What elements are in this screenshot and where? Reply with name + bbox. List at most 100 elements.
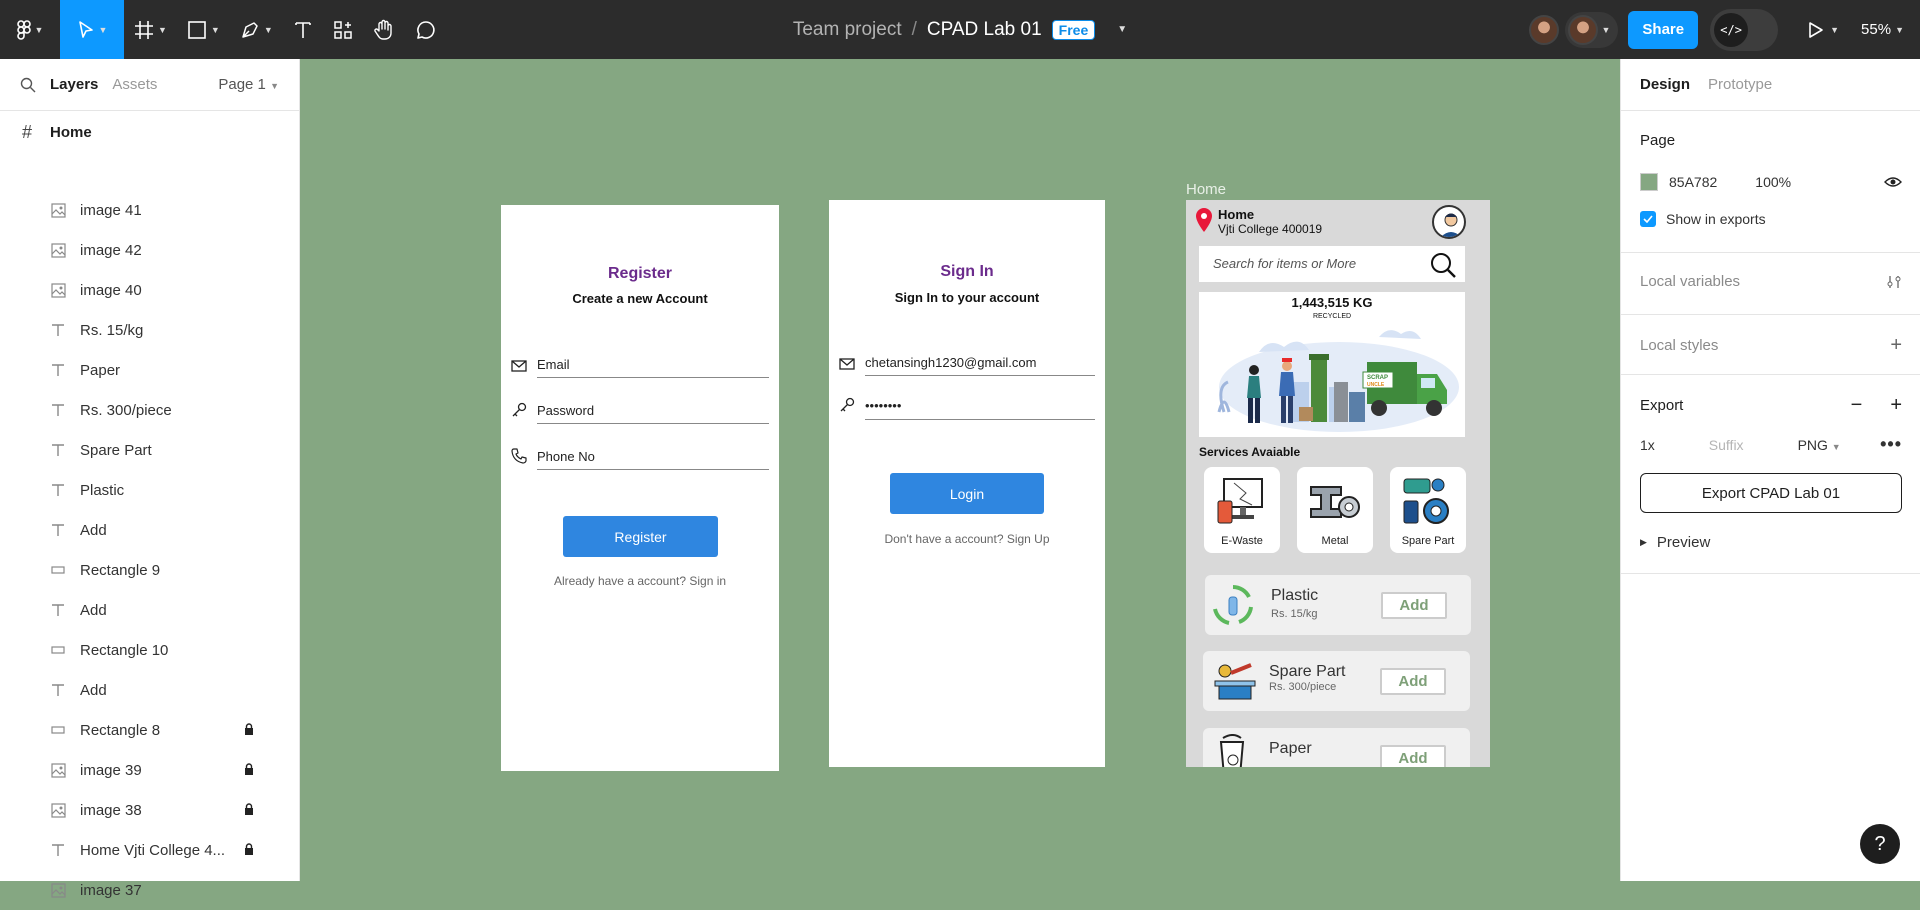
layer-row[interactable]: Add [0,590,299,630]
frame-tool-button[interactable]: ▼ [124,0,177,59]
home-frame-label[interactable]: Home [1186,181,1226,198]
dev-mode-toggle[interactable]: </> [1710,9,1778,51]
home-frame[interactable]: Home Vjti College 400019 Search for item… [1186,200,1490,767]
help-button[interactable]: ? [1860,824,1900,864]
present-button[interactable]: ▼ [1808,21,1839,39]
file-name[interactable]: CPAD Lab 01 [927,19,1042,41]
layer-row[interactable]: Rectangle 10 [0,630,299,670]
page-color-swatch[interactable] [1640,173,1658,191]
chevron-down-icon: ▼ [1602,25,1611,35]
remove-export-icon[interactable]: − [1851,394,1863,417]
login-button[interactable]: Login [890,473,1044,514]
lock-icon[interactable] [244,803,254,818]
layer-row[interactable]: Rs. 15/kg [0,310,299,350]
eye-icon[interactable] [1884,176,1902,188]
layer-row[interactable]: Add [0,670,299,710]
export-scale[interactable]: 1x [1640,437,1655,453]
service-card-spare-part[interactable]: Spare Part [1390,467,1466,553]
hand-tool-button[interactable] [363,0,405,59]
layer-row[interactable]: Rectangle 8 [0,710,299,750]
layer-row[interactable]: Rectangle 9 [0,550,299,590]
signin-frame[interactable]: Sign In Sign In to your account chetansi… [829,200,1105,767]
layer-row[interactable]: image 39 [0,750,299,790]
layer-row[interactable]: image 42 [0,230,299,270]
local-variables-row[interactable]: Local variables [1640,273,1902,290]
password-field[interactable]: •••••••• [839,397,901,413]
main-menu-button[interactable]: ▼ [0,0,60,59]
layer-row[interactable]: image 37 [0,870,299,910]
page-opacity-value[interactable]: 100% [1755,174,1791,190]
resources-tool-button[interactable] [323,0,363,59]
more-options-icon[interactable]: ••• [1880,434,1902,455]
file-menu-chevron-icon[interactable]: ▼ [1117,24,1127,35]
page-color-value[interactable]: 85A782 [1669,174,1717,190]
text-icon [50,482,66,498]
lock-icon[interactable] [244,723,254,738]
export-format-select[interactable]: PNG ▼ [1798,437,1841,453]
password-field[interactable]: Password [511,402,594,418]
register-button[interactable]: Register [563,516,718,557]
collaborator-menu[interactable]: ▼ [1565,12,1619,48]
service-label: Metal [1297,535,1373,547]
phone-field[interactable]: Phone No [511,448,595,464]
add-button[interactable]: Add [1380,745,1446,767]
tab-prototype[interactable]: Prototype [1708,76,1772,93]
page-selector[interactable]: Page 1 ▼ [218,76,279,93]
layer-row[interactable]: Home Vjti College 4... [0,830,299,870]
team-name-link[interactable]: Team project [793,19,902,41]
layer-row[interactable]: Add [0,510,299,550]
layer-row[interactable]: image 41 [0,190,299,230]
variables-settings-icon[interactable] [1886,274,1902,290]
add-style-icon[interactable]: + [1890,334,1902,357]
local-styles-row[interactable]: Local styles + [1640,334,1902,357]
page-heading: Page [1640,132,1902,149]
sign-up-link[interactable]: Don't have a account? Sign Up [829,532,1105,546]
list-item-paper[interactable]: Paper Add [1203,728,1470,767]
avatar[interactable] [1529,15,1559,45]
signin-title: Sign In [829,263,1105,281]
layer-row[interactable]: Rs. 300/piece [0,390,299,430]
export-button[interactable]: Export CPAD Lab 01 [1640,473,1902,513]
layer-row[interactable]: Spare Part [0,430,299,470]
layer-row[interactable]: image 40 [0,270,299,310]
email-field[interactable]: chetansingh1230@gmail.com [839,355,1036,370]
search-bar[interactable]: Search for items or More [1199,246,1465,282]
zoom-menu[interactable]: 55% ▼ [1861,21,1904,38]
email-field[interactable]: Email [511,357,570,372]
list-item-spare-part[interactable]: Spare Part Rs. 300/piece Add [1203,651,1470,711]
move-tool-button[interactable]: ▼ [60,0,124,59]
layer-row[interactable]: Paper [0,350,299,390]
checkbox-checked-icon[interactable] [1640,211,1656,227]
show-in-exports-row[interactable]: Show in exports [1640,211,1902,227]
service-card-ewaste[interactable]: E-Waste [1204,467,1280,553]
canvas[interactable]: Register Create a new Account Email Pass… [300,59,1620,881]
phone-icon [511,448,527,464]
add-button[interactable]: Add [1381,592,1447,619]
pen-tool-button[interactable]: ▼ [230,0,283,59]
lock-icon[interactable] [244,763,254,778]
profile-avatar[interactable] [1432,205,1466,239]
share-button[interactable]: Share [1628,11,1698,49]
tab-design[interactable]: Design [1640,76,1690,93]
layer-row[interactable]: Plastic [0,470,299,510]
shape-tool-button[interactable]: ▼ [177,0,230,59]
text-tool-button[interactable] [283,0,323,59]
password-underline [537,423,769,424]
search-icon[interactable] [1429,251,1457,279]
list-item-plastic[interactable]: Plastic Rs. 15/kg Add [1205,575,1471,635]
tab-layers[interactable]: Layers [50,76,98,93]
add-button[interactable]: Add [1380,668,1446,695]
lock-icon[interactable] [244,843,254,858]
search-icon[interactable] [20,77,36,93]
tab-assets[interactable]: Assets [112,76,157,93]
export-suffix-input[interactable]: Suffix [1709,437,1744,453]
sign-in-link[interactable]: Already have a account? Sign in [501,574,779,588]
comment-tool-button[interactable] [405,0,447,59]
preview-toggle[interactable]: ▶ Preview [1640,534,1902,551]
register-frame[interactable]: Register Create a new Account Email Pass… [501,205,779,771]
layer-row-home-frame[interactable]: # Home [0,111,299,153]
service-card-metal[interactable]: Metal [1297,467,1373,553]
add-export-icon[interactable]: + [1890,394,1902,417]
layer-row[interactable]: image 38 [0,790,299,830]
text-icon [50,362,66,378]
